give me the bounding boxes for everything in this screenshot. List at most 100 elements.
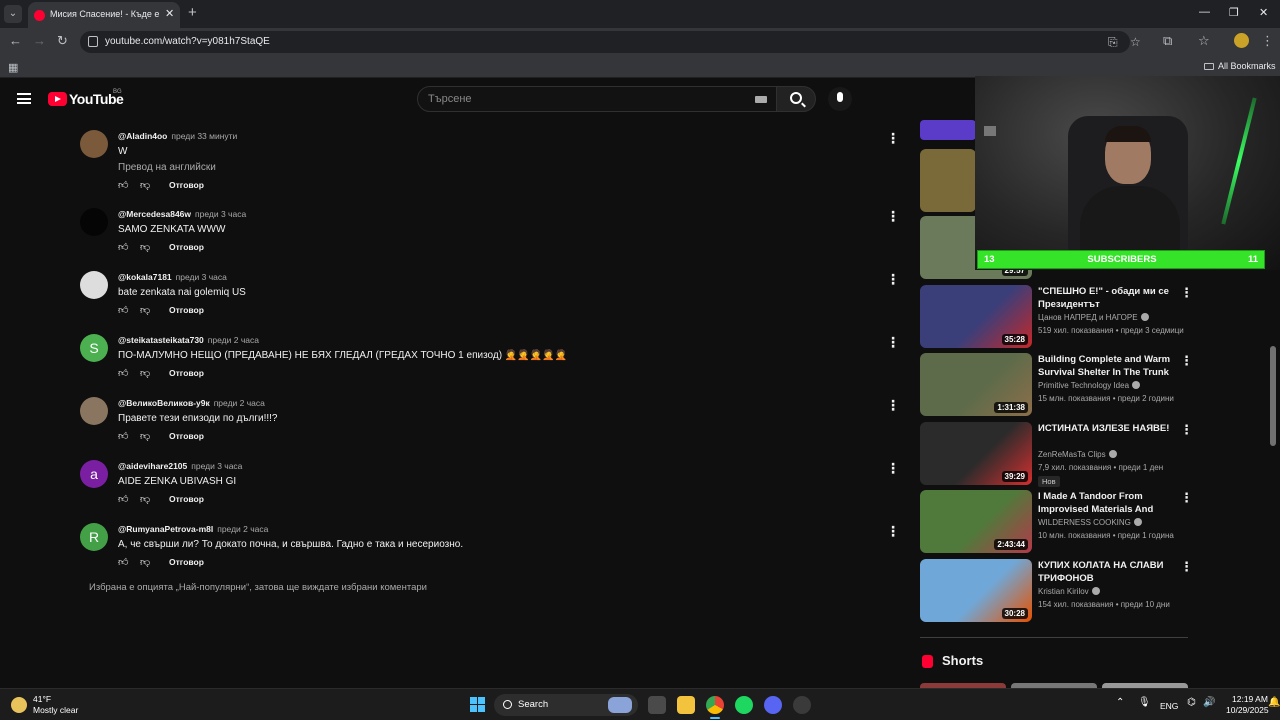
reply-button[interactable]: Отговор	[169, 180, 204, 190]
reply-button[interactable]: Отговор	[169, 557, 204, 567]
like-icon[interactable]: 👍︎	[118, 180, 129, 191]
discord-icon[interactable]	[764, 696, 782, 714]
comment-author-name[interactable]: @Aladin4oo	[118, 131, 167, 141]
menu-kebab-icon[interactable]: ⋮	[1261, 33, 1274, 49]
like-icon[interactable]: 👍︎	[118, 494, 129, 505]
taskbar-search[interactable]: Search	[494, 694, 638, 716]
reply-button[interactable]: Отговор	[169, 305, 204, 315]
video-title[interactable]: I Made A Tandoor From Improvised Materia…	[1038, 490, 1174, 517]
channel-name[interactable]: Primitive Technology Idea	[1038, 381, 1129, 390]
video-title[interactable]: "СПЕШНО Е!" - обади ми се Президентът	[1038, 285, 1174, 311]
clock-time[interactable]: 12:19 AM	[1232, 694, 1268, 704]
comment-time[interactable]: преди 3 часа	[195, 209, 246, 219]
tab-close-icon[interactable]: ✕	[165, 7, 174, 20]
video-title[interactable]: ИСТИНАТА ИЗЛЕЗЕ НАЯВЕ!	[1038, 422, 1174, 435]
video-thumbnail[interactable]: 2:43:44	[920, 490, 1032, 553]
reload-icon[interactable]: ↻	[57, 33, 68, 49]
comment-author[interactable]: @aidevihare2105 преди 3 часа	[118, 461, 242, 471]
scrollbar-thumb[interactable]	[1270, 346, 1276, 446]
comment-menu-icon[interactable]	[886, 334, 890, 348]
site-info-icon[interactable]	[88, 36, 98, 47]
keyboard-icon[interactable]	[755, 96, 767, 103]
channel-name[interactable]: WILDERNESS COOKING	[1038, 518, 1131, 527]
dislike-icon[interactable]: 👎︎	[140, 242, 151, 253]
url-text[interactable]: youtube.com/watch?v=y081h7StaQE	[105, 36, 270, 47]
video-channel[interactable]: ZenReMasTa Clips	[1038, 450, 1117, 459]
related-video[interactable]: 1:31:38 Building Complete and Warm Surviv…	[920, 353, 1193, 417]
dislike-icon[interactable]: 👎︎	[140, 180, 151, 191]
comment-author[interactable]: @ВеликоВеликов-у9к преди 2 часа	[118, 398, 265, 408]
obs-icon[interactable]	[793, 696, 811, 714]
comment-author-name[interactable]: @ВеликоВеликов-у9к	[118, 398, 210, 408]
video-channel[interactable]: Primitive Technology Idea	[1038, 381, 1141, 390]
video-thumbnail[interactable]: 39:29	[920, 422, 1032, 485]
minimize-icon[interactable]: —	[1199, 6, 1210, 18]
extensions-icon[interactable]: ⧉	[1163, 33, 1172, 49]
video-thumbnail-partial[interactable]	[920, 120, 976, 140]
video-title[interactable]: КУПИХ КОЛАТА НА СЛАВИ ТРИФОНОВ	[1038, 559, 1174, 585]
comment-time[interactable]: преди 3 часа	[176, 272, 227, 282]
channel-name[interactable]: Kristian Kirilov	[1038, 587, 1089, 596]
avatar[interactable]: S	[80, 334, 108, 362]
notifications-icon[interactable]: 🔔	[1268, 697, 1280, 708]
microphone-tray-icon[interactable]: 🎙	[1138, 697, 1151, 708]
search-input[interactable]: Търсене	[417, 86, 777, 112]
dislike-icon[interactable]: 👎︎	[140, 368, 151, 379]
comment-author[interactable]: @Aladin4oo преди 33 минути	[118, 131, 237, 141]
windows-start-icon[interactable]	[470, 697, 485, 712]
clock-date[interactable]: 10/29/2025	[1226, 705, 1269, 715]
channel-name[interactable]: Цанов НАПРЕД и НАГОРЕ	[1038, 313, 1138, 322]
reading-list-icon[interactable]: ☆	[1198, 33, 1210, 49]
comment-time[interactable]: преди 2 часа	[217, 524, 268, 534]
video-menu-icon[interactable]: ⋮	[1180, 559, 1193, 575]
avatar[interactable]	[80, 397, 108, 425]
apps-grid-icon[interactable]: ▦	[8, 61, 18, 74]
spotify-icon[interactable]	[735, 696, 753, 714]
like-icon[interactable]: 👍︎	[118, 431, 129, 442]
channel-name[interactable]: ZenReMasTa Clips	[1038, 450, 1106, 459]
comment-time[interactable]: преди 33 минути	[171, 131, 237, 141]
comment-author[interactable]: @RumyanaPetrova-m8l преди 2 часа	[118, 524, 268, 534]
youtube-logo-icon[interactable]	[48, 92, 67, 106]
browser-tab[interactable]: Мисия Спасение! - Къде е Зла... ✕	[28, 2, 180, 28]
avatar[interactable]	[80, 208, 108, 236]
comment-author-name[interactable]: @aidevihare2105	[118, 461, 187, 471]
related-video[interactable]: 39:29 ИСТИНАТА ИЗЛЕЗЕ НАЯВЕ! ZenReMasTa Cl…	[920, 422, 1193, 487]
avatar[interactable]	[80, 271, 108, 299]
all-bookmarks[interactable]: All Bookmarks	[1204, 61, 1276, 71]
dislike-icon[interactable]: 👎︎	[140, 494, 151, 505]
comment-author-name[interactable]: @Mercedesa846w	[118, 209, 191, 219]
chrome-icon[interactable]	[706, 696, 724, 714]
comment-menu-icon[interactable]	[886, 523, 890, 537]
hamburger-menu-icon[interactable]	[17, 93, 31, 104]
address-bar[interactable]: youtube.com/watch?v=y081h7StaQE ⎘ ☆	[80, 31, 1141, 53]
comment-time[interactable]: преди 3 часа	[191, 461, 242, 471]
comment-author-name[interactable]: @steikatasteikata730	[118, 335, 204, 345]
comment-time[interactable]: преди 2 часа	[214, 398, 265, 408]
like-icon[interactable]: 👍︎	[118, 368, 129, 379]
comment-author-name[interactable]: @RumyanaPetrova-m8l	[118, 524, 213, 534]
video-thumbnail-partial[interactable]	[920, 149, 976, 212]
language-indicator[interactable]: ENG	[1160, 701, 1178, 711]
video-menu-icon[interactable]: ⋮	[1180, 422, 1193, 438]
video-thumbnail[interactable]: 1:31:38	[920, 353, 1032, 416]
related-video[interactable]: 35:28 "СПЕШНО Е!" - обади ми се Президент…	[920, 285, 1193, 349]
video-thumbnail[interactable]: 30:28	[920, 559, 1032, 622]
tab-search-icon[interactable]: ⌄	[4, 5, 22, 23]
like-icon[interactable]: 👍︎	[118, 242, 129, 253]
comment-author[interactable]: @kokala7181 преди 3 часа	[118, 272, 227, 282]
weather-description[interactable]: Mostly clear	[33, 705, 78, 715]
dislike-icon[interactable]: 👎︎	[140, 557, 151, 568]
volume-icon[interactable]: 🔊	[1203, 697, 1215, 708]
dislike-icon[interactable]: 👎︎	[140, 305, 151, 316]
video-menu-icon[interactable]: ⋮	[1180, 285, 1193, 301]
voice-search-button[interactable]	[828, 87, 852, 111]
comment-time[interactable]: преди 2 часа	[208, 335, 259, 345]
video-menu-icon[interactable]: ⋮	[1180, 353, 1193, 369]
network-icon[interactable]: ⌬	[1187, 697, 1196, 708]
bookmark-star-icon[interactable]: ☆	[1130, 35, 1141, 49]
reply-button[interactable]: Отговор	[169, 242, 204, 252]
close-window-icon[interactable]: ✕	[1259, 6, 1268, 19]
cast-icon[interactable]: ⎘	[1108, 35, 1118, 50]
like-icon[interactable]: 👍︎	[118, 557, 129, 568]
